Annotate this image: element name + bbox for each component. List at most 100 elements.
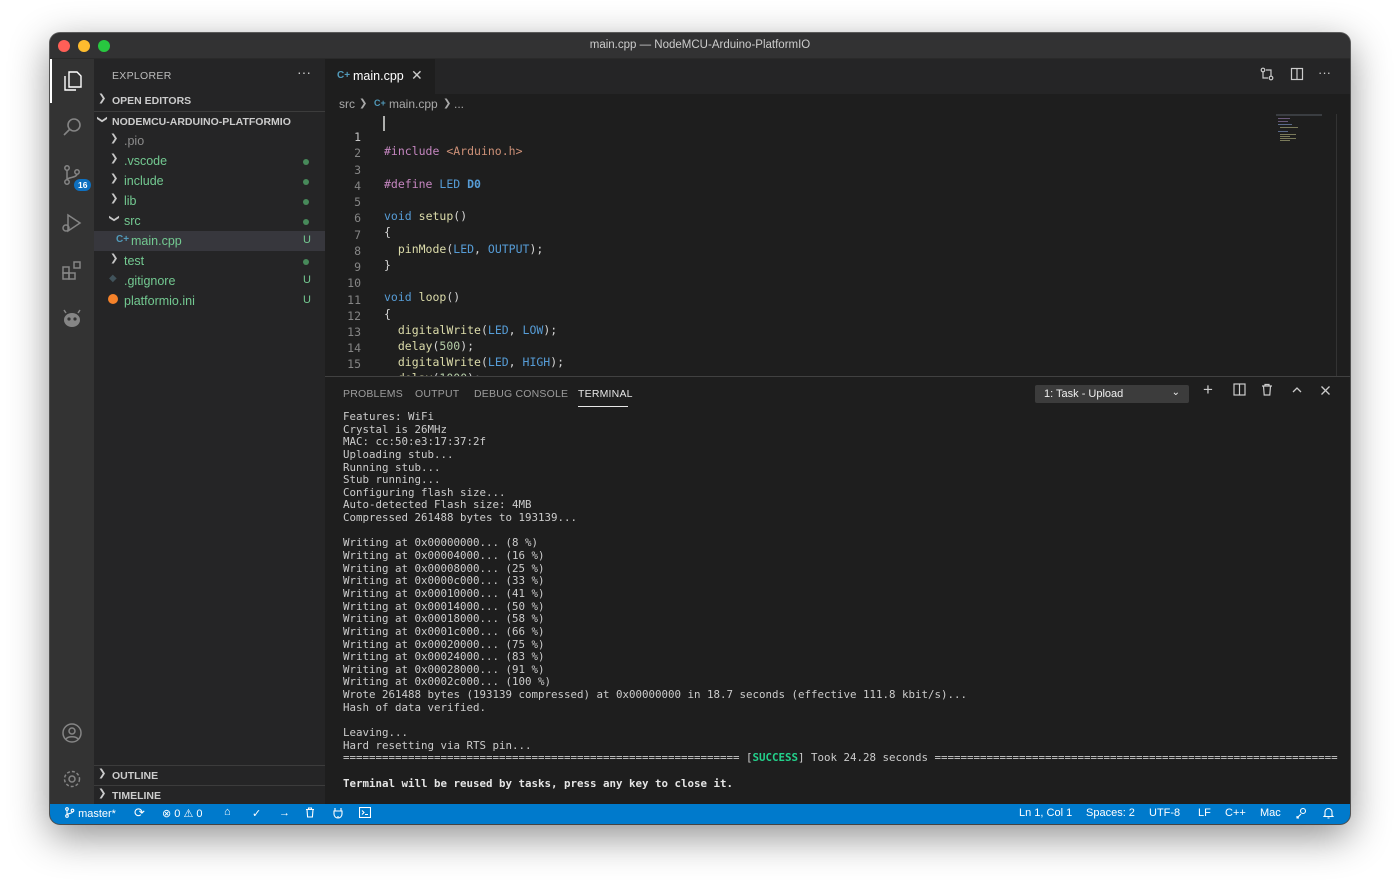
code-line: 2 [325,132,1225,160]
indentation[interactable]: Spaces: 2 [1086,807,1135,819]
chevron-right-icon: ❯ [110,133,119,144]
maximize-panel-icon[interactable] [1291,383,1303,399]
project-section[interactable]: ❯ NODEMCU-ARDUINO-PLATFORMIO [94,111,325,131]
terminal-output[interactable]: Features: WiFi Crystal is 26MHz MAC: cc:… [343,411,1343,801]
kill-terminal-icon[interactable] [1261,383,1273,399]
terminal-icon[interactable] [358,806,372,821]
cpp-file-icon: C+ [374,98,386,108]
platform-indicator[interactable]: Mac [1260,807,1281,819]
search-icon[interactable] [50,105,94,149]
language-mode[interactable]: C++ [1225,807,1246,819]
tree-item-src[interactable]: ❯ src [94,211,325,231]
chevron-down-icon: ⌄ [1171,387,1180,398]
chevron-right-icon: ❯ [98,93,107,104]
untracked-dot [303,199,309,205]
untracked-dot [303,159,309,165]
cpp-file-icon: C+ [116,234,130,245]
code-line: 6 { [325,197,1225,239]
chevron-right-icon: ❯ [98,768,107,779]
chevron-right-icon: ❯ [98,788,107,799]
split-terminal-icon[interactable] [1233,383,1246,399]
split-editor-icon[interactable] [1290,67,1304,84]
notifications-bell-icon[interactable] [1322,807,1335,822]
close-panel-icon[interactable] [1320,383,1331,399]
code-editor[interactable]: 1 #include <Arduino.h> 2 3 #define LED D… [325,114,1350,376]
terminal-line: Uploading stub... [343,447,454,461]
platformio-icon[interactable] [50,297,94,341]
terminal-line: Writing at 0x00010000... (41 %) [343,586,545,600]
tree-item-label: main.cpp [131,234,182,248]
tree-item-pio[interactable]: ❯ .pio [94,131,325,151]
tree-item-lib[interactable]: ❯ lib [94,191,325,211]
open-editors-label: OPEN EDITORS [112,95,192,107]
tree-item-test[interactable]: ❯ test [94,251,325,271]
tab-output[interactable]: OUTPUT [415,388,459,400]
tab-terminal[interactable]: TERMINAL [578,388,633,400]
feedback-icon[interactable] [1296,807,1308,822]
terminal-line: Crystal is 26MHz [343,422,448,436]
untracked-dot [303,219,309,225]
open-editors-section[interactable]: ❯ OPEN EDITORS [94,91,325,111]
settings-gear-icon[interactable] [50,757,94,801]
explorer-title: EXPLORER [112,70,172,82]
cursor-position[interactable]: Ln 1, Col 1 [1019,807,1072,819]
terminal-line: Stub running... [343,473,441,487]
untracked-dot [303,179,309,185]
end-of-line[interactable]: LF [1198,807,1211,819]
more-actions-icon[interactable]: ··· [297,64,311,80]
more-actions-icon[interactable]: ··· [1318,65,1331,80]
git-branch-icon [65,807,75,818]
tab-debug-console[interactable]: DEBUG CONSOLE [474,388,568,400]
tab-problems[interactable]: PROBLEMS [343,388,403,400]
git-branch-item[interactable]: master* [64,807,116,820]
breadcrumb-folder[interactable]: src [339,97,355,111]
tree-item-vscode[interactable]: ❯ .vscode [94,151,325,171]
code-line: 11 { [325,279,1225,321]
platformio-home-icon[interactable]: ⌂ [224,806,231,818]
terminal-task-select[interactable]: 1: Task - Upload ⌄ [1035,385,1189,403]
chevron-right-icon: ❯ [359,98,368,109]
extensions-icon[interactable] [50,249,94,293]
outline-section[interactable]: ❯ OUTLINE [94,765,325,785]
terminal-task-label: 1: Task - Upload [1044,388,1124,400]
new-terminal-icon[interactable]: + [1203,380,1213,400]
close-tab-icon[interactable]: ✕ [411,67,423,84]
explorer-header: EXPLORER ··· [94,59,325,94]
platformio-build-icon[interactable]: ✓ [252,807,261,820]
tree-item-label: .gitignore [124,274,176,288]
tree-item-platformio-ini[interactable]: platformio.ini U [94,291,325,311]
breadcrumb-file[interactable]: main.cpp [389,97,438,111]
chevron-right-icon: ❯ [110,153,119,164]
minimap[interactable] [1276,114,1336,154]
active-tab-indicator [578,406,628,407]
tree-item-main-cpp[interactable]: C+ main.cpp U [94,231,325,251]
code-line: 7 pinMode(LED, OUTPUT); [325,214,1225,256]
code-line: 16 } [325,360,1225,376]
account-icon[interactable] [50,711,94,755]
terminal-line: Writing at 0x00024000... (83 %) [343,650,545,664]
tree-item-include[interactable]: ❯ include [94,171,325,191]
outline-label: OUTLINE [112,770,159,782]
chevron-down-icon: ❯ [96,115,108,124]
sync-icon[interactable]: ⟳ [134,805,145,821]
run-debug-icon[interactable] [50,201,94,245]
explorer-icon[interactable] [50,59,94,103]
timeline-label: TIMELINE [112,790,161,802]
success-label: SUCCESS [752,751,799,765]
encoding[interactable]: UTF-8 [1149,807,1180,819]
problems-item[interactable]: ⊗ 0 ⚠ 0 [162,807,203,820]
platformio-upload-icon[interactable]: → [279,807,290,819]
platformio-clean-icon[interactable] [305,807,315,821]
tree-item-gitignore[interactable]: ◆ .gitignore U [94,271,325,291]
tab-label: main.cpp [353,69,404,83]
platformio-serial-monitor-icon[interactable] [333,807,343,822]
terminal-line: Writing at 0x0001c000... (66 %) [343,624,545,638]
tree-item-label: test [124,254,145,268]
tree-item-label: .vscode [124,154,168,168]
editor-scrollbar[interactable] [1336,114,1350,376]
source-control-icon[interactable]: 16 [50,153,94,197]
compare-changes-icon[interactable] [1260,67,1274,84]
breadcrumb-symbol[interactable]: ... [454,97,464,111]
tab-main-cpp[interactable]: C+ main.cpp ✕ [325,59,435,94]
timeline-section[interactable]: ❯ TIMELINE [94,785,325,805]
